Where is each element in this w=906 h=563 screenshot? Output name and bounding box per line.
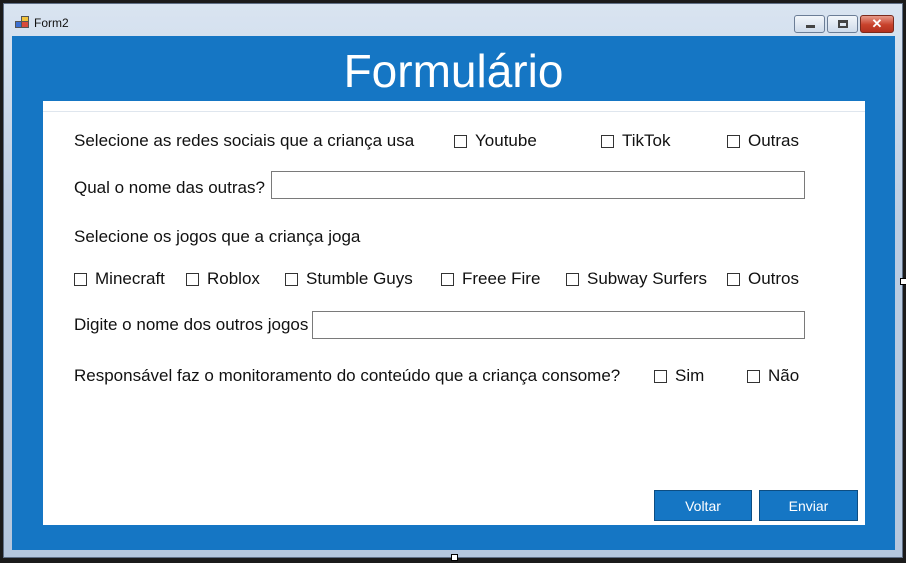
checkbox-label: Sim (675, 366, 705, 385)
close-icon: ✕ (871, 16, 883, 31)
checkbox-minecraft[interactable]: Minecraft (74, 269, 165, 289)
form-panel: Selecione as redes sociais que a criança… (43, 101, 865, 525)
checkbox-icon[interactable] (441, 272, 454, 286)
back-button[interactable]: Voltar (654, 490, 752, 521)
checkbox-icon[interactable] (747, 369, 760, 383)
checkbox-icon[interactable] (566, 272, 579, 286)
window: Form2 ✕ Formulário Selecione as redes so… (3, 3, 903, 558)
checkbox-label: TikTok (622, 131, 671, 150)
checkbox-outras[interactable]: Outras (727, 131, 799, 151)
other-social-input[interactable] (271, 171, 805, 199)
checkbox-nao[interactable]: Não (747, 366, 799, 386)
minimize-button[interactable] (794, 15, 825, 33)
checkbox-label: Subway Surfers (587, 269, 707, 288)
page-title: Formulário (343, 45, 564, 97)
maximize-button[interactable] (827, 15, 858, 33)
panel-divider (43, 111, 865, 112)
checkbox-icon[interactable] (454, 134, 467, 148)
checkbox-label: Não (768, 366, 800, 385)
title-bar[interactable]: Form2 ✕ (4, 4, 902, 36)
checkbox-youtube[interactable]: Youtube (454, 131, 537, 151)
checkbox-sim[interactable]: Sim (654, 366, 704, 386)
close-button[interactable]: ✕ (860, 15, 894, 33)
app-icon (15, 16, 29, 28)
games-label: Selecione os jogos que a criança joga (74, 227, 361, 246)
send-button[interactable]: Enviar (759, 490, 858, 521)
checkbox-icon[interactable] (285, 272, 298, 286)
checkbox-free-fire[interactable]: Freee Fire (441, 269, 540, 289)
form-client-area: Formulário Selecione as redes sociais qu… (12, 36, 895, 550)
maximize-icon (838, 20, 848, 28)
checkbox-label: Minecraft (95, 269, 165, 288)
checkbox-stumble-guys[interactable]: Stumble Guys (285, 269, 413, 289)
checkbox-icon[interactable] (654, 369, 667, 383)
checkbox-label: Outros (748, 269, 800, 288)
checkbox-roblox[interactable]: Roblox (186, 269, 260, 289)
checkbox-label: Youtube (475, 131, 537, 150)
window-title: Form2 (34, 16, 69, 30)
resize-handle[interactable] (900, 278, 906, 285)
checkbox-icon[interactable] (727, 134, 740, 148)
checkbox-label: Roblox (207, 269, 260, 288)
social-label: Selecione as redes sociais que a criança… (74, 131, 415, 150)
checkbox-label: Freee Fire (462, 269, 541, 288)
other-games-input[interactable] (312, 311, 805, 339)
resize-handle[interactable] (451, 554, 458, 561)
minimize-icon (806, 25, 815, 28)
other-social-label: Qual o nome das outras? (74, 178, 265, 197)
checkbox-subway-surfers[interactable]: Subway Surfers (566, 269, 707, 289)
other-games-label: Digite o nome dos outros jogos (74, 315, 309, 334)
checkbox-icon[interactable] (727, 272, 740, 286)
checkbox-icon[interactable] (601, 134, 614, 148)
checkbox-label: Stumble Guys (306, 269, 413, 288)
monitoring-label: Responsável faz o monitoramento do conte… (74, 366, 621, 385)
checkbox-icon[interactable] (186, 272, 199, 286)
checkbox-icon[interactable] (74, 272, 87, 286)
checkbox-tiktok[interactable]: TikTok (601, 131, 671, 151)
checkbox-label: Outras (748, 131, 800, 150)
checkbox-outros[interactable]: Outros (727, 269, 799, 289)
